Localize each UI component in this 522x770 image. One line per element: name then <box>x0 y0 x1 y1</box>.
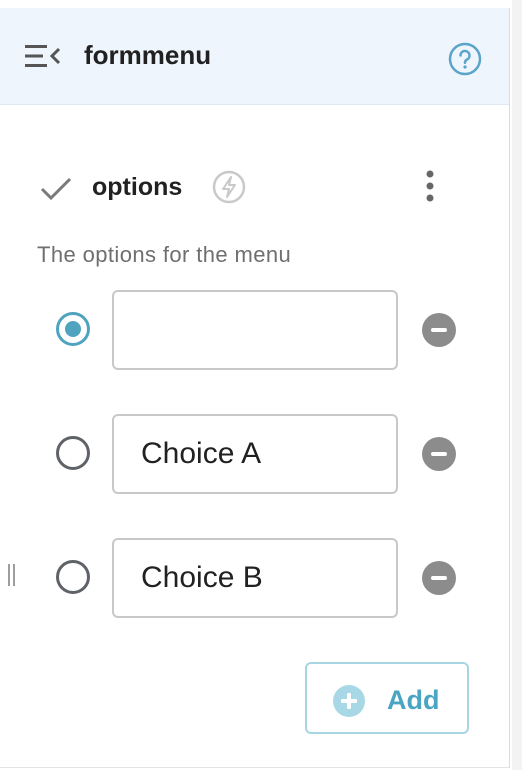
kebab-menu-icon[interactable] <box>418 166 442 210</box>
remove-option-icon[interactable] <box>422 313 456 347</box>
collapse-menu-icon[interactable] <box>24 44 64 68</box>
option-row <box>0 538 509 618</box>
option-radio-selected[interactable] <box>56 312 90 346</box>
remove-option-icon[interactable] <box>422 561 456 595</box>
option-radio[interactable] <box>56 436 90 470</box>
property-description: The options for the menu <box>37 242 292 267</box>
option-input[interactable] <box>112 414 398 494</box>
option-input[interactable] <box>112 290 398 370</box>
panel-title: formmenu <box>84 40 212 70</box>
option-row <box>0 290 509 370</box>
option-radio[interactable] <box>56 560 90 594</box>
option-input[interactable] <box>112 538 398 618</box>
help-icon[interactable] <box>448 42 482 76</box>
property-row: options <box>0 158 509 218</box>
option-row <box>0 414 509 494</box>
panel-header: formmenu <box>0 8 509 105</box>
remove-option-icon[interactable] <box>422 437 456 471</box>
property-name: options <box>92 173 183 201</box>
check-icon <box>38 174 74 204</box>
property-panel: formmenu options The options for the men… <box>0 8 510 768</box>
scrollbar-track[interactable] <box>512 0 522 770</box>
bolt-icon[interactable] <box>212 170 246 204</box>
add-button-label: Add <box>387 685 440 715</box>
add-option-button[interactable]: Add <box>305 662 469 734</box>
add-plus-icon <box>333 685 365 717</box>
